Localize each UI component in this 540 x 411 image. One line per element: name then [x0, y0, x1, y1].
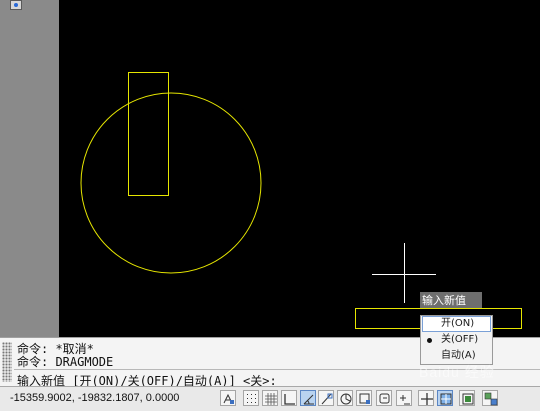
object-snap-tracking-icon	[359, 393, 370, 404]
grid-display-toggle[interactable]	[262, 390, 278, 406]
dynamic-input-toggle[interactable]	[396, 390, 412, 406]
snap-mode-icon	[247, 394, 256, 403]
palette-dot-icon	[14, 3, 18, 7]
polar-tracking-icon	[303, 394, 314, 405]
quick-properties-toggle[interactable]	[459, 390, 475, 406]
allow-dynamic-ucs-icon	[379, 393, 390, 404]
status-bar: -15359.9002, -19832.1807, 0.0000	[0, 386, 540, 411]
polar-tracking-toggle[interactable]	[300, 390, 316, 406]
option-off-label: 关(OFF)	[441, 334, 479, 345]
option-auto-label: 自动(A)	[441, 350, 476, 361]
infer-constraints-toggle[interactable]	[220, 390, 236, 406]
transparency-icon	[440, 393, 452, 405]
object-snap-toggle[interactable]	[318, 390, 334, 406]
transparency-toggle[interactable]	[437, 390, 453, 406]
dynamic-input-icon	[400, 395, 410, 405]
drawing-canvas[interactable]	[59, 0, 540, 337]
option-on-label: 开(ON)	[441, 318, 475, 329]
drawing-svg	[80, 72, 436, 303]
command-window-grip[interactable]	[2, 342, 12, 382]
watermark: Baidu 经验	[419, 364, 495, 380]
show-lineweight-toggle[interactable]	[418, 390, 434, 406]
ortho-mode-icon	[284, 394, 295, 405]
drawn-circle[interactable]	[80, 92, 262, 274]
show-lineweight-icon	[421, 393, 433, 405]
palette-corner-button[interactable]	[10, 0, 22, 10]
selection-cycling-icon	[484, 392, 498, 406]
selected-bullet-icon	[427, 338, 432, 343]
tool-palette-strip	[0, 0, 59, 337]
command-history-line: 命令: DRAGMODE	[17, 355, 114, 369]
coordinate-readout[interactable]: -15359.9002, -19832.1807, 0.0000	[10, 392, 179, 404]
allow-dynamic-ucs-toggle[interactable]	[376, 390, 392, 406]
option-off[interactable]: 关(OFF)	[421, 332, 492, 348]
dynamic-input-options-menu: 开(ON) 关(OFF) 自动(A)	[420, 315, 493, 365]
3d-object-snap-toggle[interactable]	[337, 390, 353, 406]
infer-constraints-icon	[223, 393, 234, 404]
ortho-mode-toggle[interactable]	[281, 390, 297, 406]
quick-properties-icon	[462, 393, 474, 405]
object-snap-icon	[321, 393, 333, 405]
object-snap-tracking-toggle[interactable]	[356, 390, 372, 406]
3d-object-snap-icon	[340, 393, 352, 405]
dynamic-input-prompt: 输入新值	[420, 292, 482, 309]
selection-cycling-toggle[interactable]	[482, 390, 498, 406]
option-on[interactable]: 开(ON)	[422, 316, 491, 332]
snap-mode-toggle[interactable]	[243, 390, 259, 406]
grid-display-icon	[265, 393, 277, 405]
drawn-rectangle[interactable]	[128, 72, 169, 196]
